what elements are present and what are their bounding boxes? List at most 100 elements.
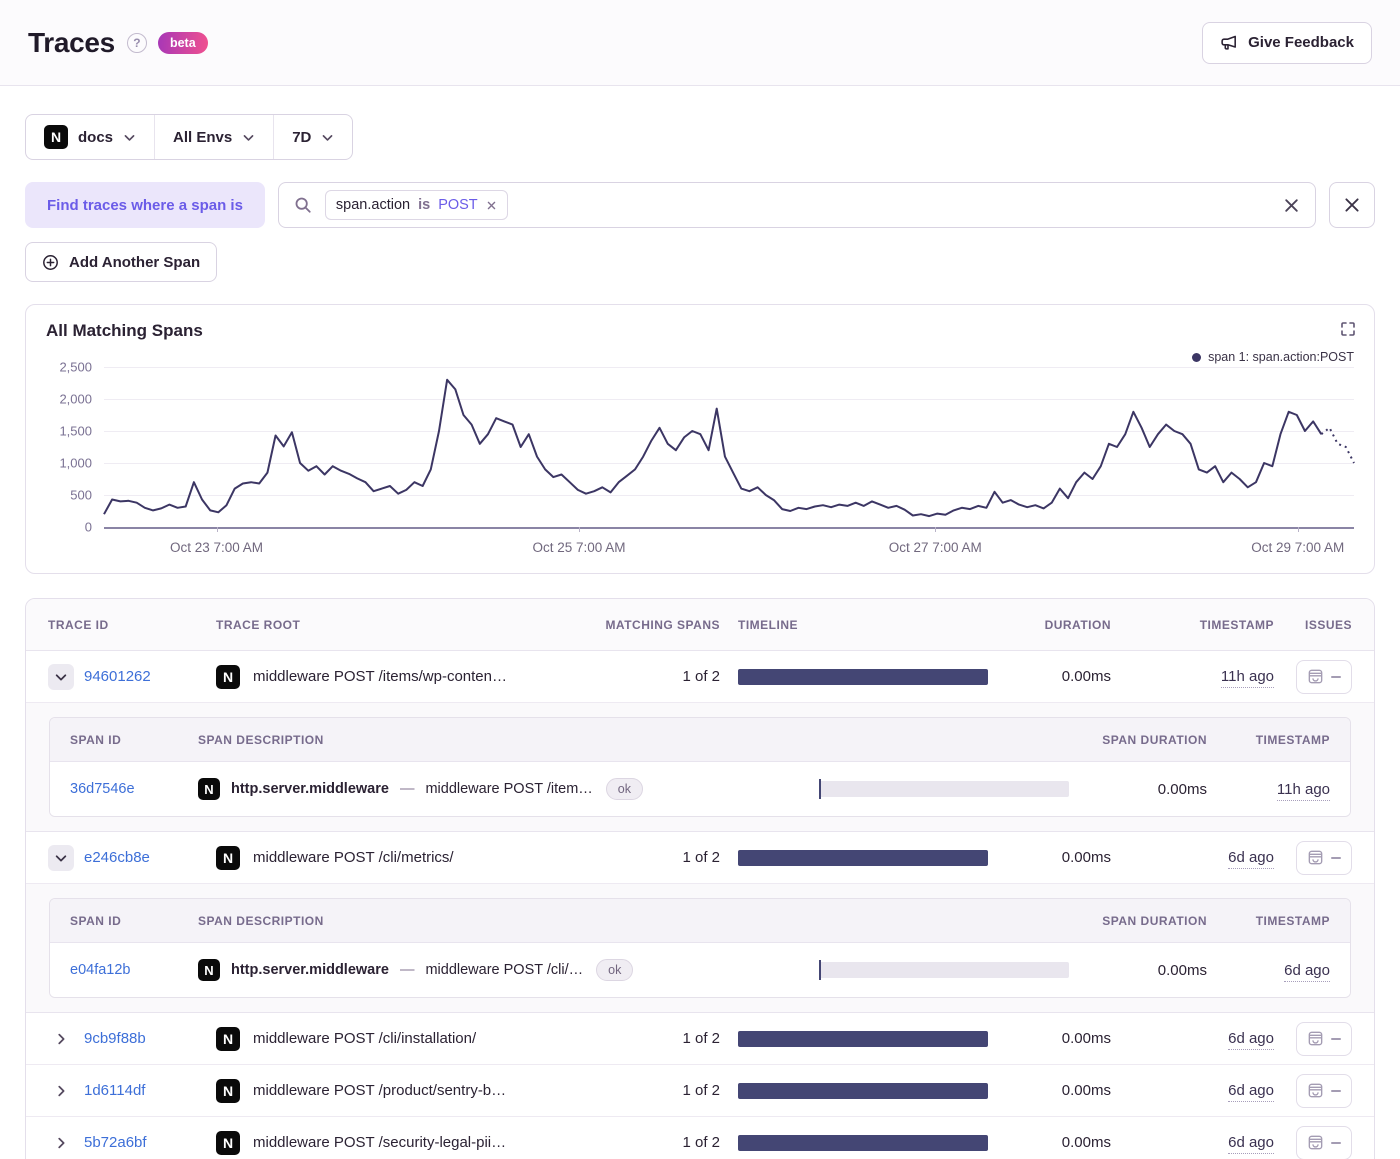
y-axis-tick-label: 500 [70,487,92,503]
issues-icon [1308,850,1323,865]
issues-button[interactable] [1296,1021,1352,1056]
no-issues-dash [1331,675,1341,678]
nextjs-icon: N [216,1078,240,1103]
expand-row-button[interactable] [48,1130,74,1156]
trace-id-cell: e246cb8e [48,844,198,871]
trace-root-text: middleware POST /cli/metrics/ [253,849,454,866]
trace-table-row[interactable]: 94601262 Nmiddleware POST /items/wp-conte… [26,651,1374,703]
issues-cell [1292,840,1352,875]
x-axis-tick [1297,527,1299,532]
chart-line-series [104,367,1354,527]
timestamp-link[interactable]: 11h ago [1276,780,1330,801]
timestamp-link[interactable]: 6d ago [1284,961,1330,982]
span-id-link[interactable]: 36d7546e [70,781,180,797]
trace-id-link[interactable]: 9cb9f88b [84,1030,146,1047]
expand-chart-button[interactable] [1340,321,1356,337]
issues-icon [1308,669,1323,684]
collapse-row-button[interactable] [48,844,74,871]
trace-table-row[interactable]: 5b72a6bf Nmiddleware POST /security-legal… [26,1117,1374,1159]
timestamp-link[interactable]: 6d ago [1228,1030,1274,1050]
span-row[interactable]: 36d7546e Nhttp.server.middleware — middlewa… [50,762,1350,816]
remove-token-icon[interactable] [486,200,497,211]
give-feedback-button[interactable]: Give Feedback [1202,21,1372,64]
span-timeline-cell [819,779,1069,799]
chevron-down-icon [124,134,135,141]
chart-y-axis: 0 500 1,000 1,500 2,000 2,500 [46,360,104,535]
col-span-timestamp: TIMESTAMP [1255,913,1330,928]
timeline-bar [738,1134,988,1151]
matching-spans-cell: 1 of 2 [682,1134,720,1151]
col-span-id: SPAN ID [70,913,122,928]
help-icon[interactable]: ? [126,32,147,53]
trace-table-row[interactable]: 9cb9f88b Nmiddleware POST /cli/installati… [26,1013,1374,1065]
timestamp-cell: 11h ago [1129,668,1274,688]
duration-cell: 0.00ms [1061,668,1111,685]
trace-table-row[interactable]: e246cb8e Nmiddleware POST /cli/metrics/1 … [26,832,1374,884]
trace-search-input[interactable]: span.action is POST [277,182,1316,228]
token-value: POST [438,197,478,213]
timestamp-link[interactable]: 6d ago [1228,849,1274,869]
trace-root-cell: Nmiddleware POST /items/wp-conten… [216,664,562,689]
separator-dash: — [399,781,415,797]
expand-row-button[interactable] [48,1078,74,1104]
project-filter[interactable]: N docs [26,115,154,159]
issues-button[interactable] [1296,1125,1352,1159]
expand-row-button[interactable] [48,1026,74,1052]
span-timeline-bar [819,779,1069,799]
x-axis-tick-label: Oct 25 7:00 AM [532,540,626,555]
separator-dash: — [399,962,415,978]
issues-cell [1292,1073,1352,1108]
timestamp-link[interactable]: 6d ago [1228,1134,1274,1154]
issues-cell [1292,1021,1352,1056]
trace-id-link[interactable]: 94601262 [84,668,151,685]
span-description-cell: Nhttp.server.middleware — middleware POST … [198,778,801,800]
clear-search-icon[interactable] [1283,197,1300,214]
chevron-down-icon [55,673,67,680]
matching-spans-cell: 1 of 2 [682,849,720,866]
trace-id-link[interactable]: e246cb8e [84,849,150,866]
trace-id-cell: 94601262 [48,663,198,690]
col-trace-root: TRACE ROOT [216,617,301,632]
issues-button[interactable] [1296,840,1352,875]
add-another-span-button[interactable]: Add Another Span [25,242,218,282]
plus-circle-icon [42,254,59,271]
issues-button[interactable] [1296,1073,1352,1108]
trace-id-link[interactable]: 5b72a6bf [84,1134,147,1151]
search-token[interactable]: span.action is POST [324,190,508,220]
trace-id-cell: 1d6114df [48,1078,198,1104]
trace-root-cell: Nmiddleware POST /cli/installation/ [216,1026,562,1051]
date-range-filter[interactable]: 7D [273,115,352,159]
megaphone-icon [1220,34,1238,52]
timestamp-link[interactable]: 11h ago [1220,668,1274,688]
span-description-text: middleware POST /cli/… [425,962,584,978]
duration-cell: 0.00ms [1061,1134,1111,1151]
spans-subtable-header: SPAN ID SPAN DESCRIPTION SPAN DURATION TIME… [50,718,1350,762]
issues-button[interactable] [1296,659,1352,694]
timeline-cell [738,1030,988,1047]
nextjs-icon: N [216,845,240,870]
timeline-bar [738,849,988,866]
x-axis-line [104,527,1354,529]
table-header-row: TRACE ID TRACE ROOT MATCHING SPANS TIMEL… [26,599,1374,651]
trace-id-cell: 9cb9f88b [48,1026,198,1052]
no-issues-dash [1331,1037,1341,1040]
y-axis-tick-label: 1,000 [59,455,92,471]
trace-table-row[interactable]: 1d6114df Nmiddleware POST /product/sentry… [26,1065,1374,1117]
trace-id-link[interactable]: 1d6114df [84,1082,145,1099]
timestamp-link[interactable]: 6d ago [1228,1082,1274,1102]
environment-filter[interactable]: All Envs [154,115,273,159]
beta-badge: beta [157,31,208,54]
timeline-cell [738,1134,988,1151]
timestamp-cell: 6d ago [1129,1030,1274,1050]
collapse-row-button[interactable] [48,663,74,690]
date-range-label: 7D [292,128,312,146]
timeline-bar [738,1030,988,1047]
span-query-row: Find traces where a span is span.action … [25,182,1375,228]
remove-span-filter-button[interactable] [1329,182,1375,228]
span-id-link[interactable]: e04fa12b [70,962,180,978]
col-span-timestamp: TIMESTAMP [1255,732,1330,747]
chart-plot[interactable] [104,367,1354,532]
issues-icon [1308,1135,1323,1150]
span-duration-cell: 0.00ms [1157,961,1207,979]
span-row[interactable]: e04fa12b Nhttp.server.middleware — middlewa… [50,943,1350,997]
